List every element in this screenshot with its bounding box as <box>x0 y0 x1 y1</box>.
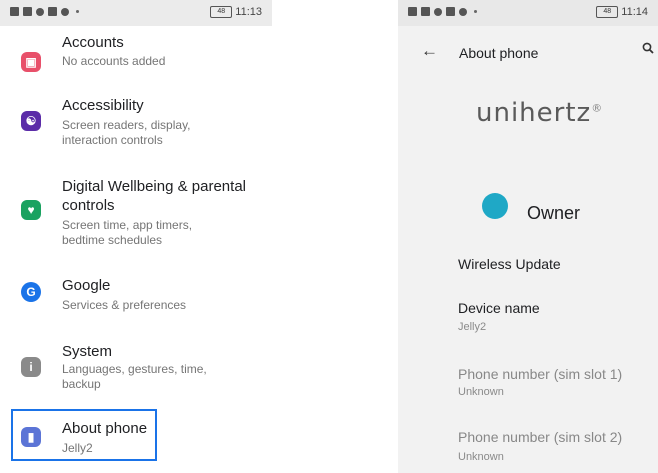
about-item-wireless-update[interactable]: Wireless Update <box>458 256 561 272</box>
clipboard-icon <box>446 7 455 16</box>
clock: 11:13 <box>235 6 262 18</box>
logo-text: unihertz <box>476 98 592 128</box>
settings-item-subtitle: Jelly2 <box>62 441 93 455</box>
settings-screen: 48 11:13 ▣ Accounts No accounts added ☯ … <box>0 0 272 473</box>
accessibility-icon: ☯ <box>21 111 41 131</box>
registered-mark-icon: ® <box>591 101 604 115</box>
phone-icon: ▮ <box>21 427 41 447</box>
owner-name[interactable]: Owner <box>527 203 580 224</box>
settings-item-about-phone[interactable]: ▮ About phone Jelly2 <box>0 414 272 458</box>
account-icon: ▣ <box>21 52 41 72</box>
settings-item-title: Accessibility <box>62 97 144 114</box>
settings-item-title: Digital Wellbeing & parental controls <box>62 178 246 214</box>
status-bar: 48 11:14 <box>398 0 658 26</box>
shield-icon <box>459 7 467 16</box>
about-item-phone-number-slot1: Phone number (sim slot 1) <box>458 366 623 382</box>
status-icons <box>408 7 477 16</box>
signal-icon <box>23 7 32 16</box>
settings-item-digital-wellbeing[interactable]: ♥ Digital Wellbeing & parental controls … <box>0 176 272 256</box>
clock: 11:14 <box>621 6 648 18</box>
settings-item-google[interactable]: G Google Services & preferences <box>0 274 272 318</box>
settings-item-title: System <box>62 343 113 360</box>
device-name-value: Jelly2 <box>458 321 487 333</box>
status-bar: 48 11:13 <box>0 0 272 26</box>
settings-item-title: Accounts <box>62 34 124 51</box>
shield-icon <box>61 7 69 16</box>
clipboard-icon <box>48 7 57 16</box>
battery-icon: 48 <box>210 6 233 18</box>
app-bar: ← About phone <box>398 26 658 78</box>
wellbeing-icon: ♥ <box>21 200 41 220</box>
about-phone-screen: 48 11:14 ← About phone unihertz® Owner W… <box>398 0 658 473</box>
settings-item-subtitle: Services & preferences <box>62 298 187 312</box>
settings-item-subtitle: Screen readers, display, interaction con… <box>62 118 191 147</box>
gear-icon <box>434 7 442 16</box>
settings-item-subtitle: Screen time, app timers, bedtime schedul… <box>62 218 193 247</box>
dot-icon <box>76 10 79 13</box>
dot-icon <box>474 10 477 13</box>
back-arrow-icon[interactable]: ← <box>421 41 438 61</box>
settings-item-accessibility[interactable]: ☯ Accessibility Screen readers, display,… <box>0 92 272 154</box>
notification-icon <box>10 7 19 16</box>
settings-item-accounts[interactable]: ▣ Accounts No accounts added <box>0 26 272 76</box>
about-item-device-name[interactable]: Device name <box>458 300 540 316</box>
settings-item-title: About phone <box>62 420 148 437</box>
info-icon: i <box>21 357 41 377</box>
battery-icon: 48 <box>596 6 619 18</box>
settings-item-subtitle: Languages, gestures, time, backup <box>62 362 207 391</box>
settings-item-subtitle: No accounts added <box>62 54 166 68</box>
status-icons <box>10 7 79 16</box>
google-icon: G <box>21 282 41 302</box>
settings-item-title: Google <box>62 277 111 294</box>
page-title: About phone <box>459 45 539 61</box>
about-item-phone-number-slot2: Phone number (sim slot 2) <box>458 429 623 445</box>
search-icon[interactable] <box>642 42 654 54</box>
avatar-icon <box>482 193 508 219</box>
signal-icon <box>421 7 430 16</box>
gear-icon <box>36 7 44 16</box>
brand-logo: unihertz® <box>476 98 603 128</box>
settings-item-system[interactable]: i System Languages, gestures, time, back… <box>0 338 272 398</box>
phone-number-slot2-value: Unknown <box>458 451 504 463</box>
notification-icon <box>408 7 417 16</box>
phone-number-slot1-value: Unknown <box>458 386 504 398</box>
